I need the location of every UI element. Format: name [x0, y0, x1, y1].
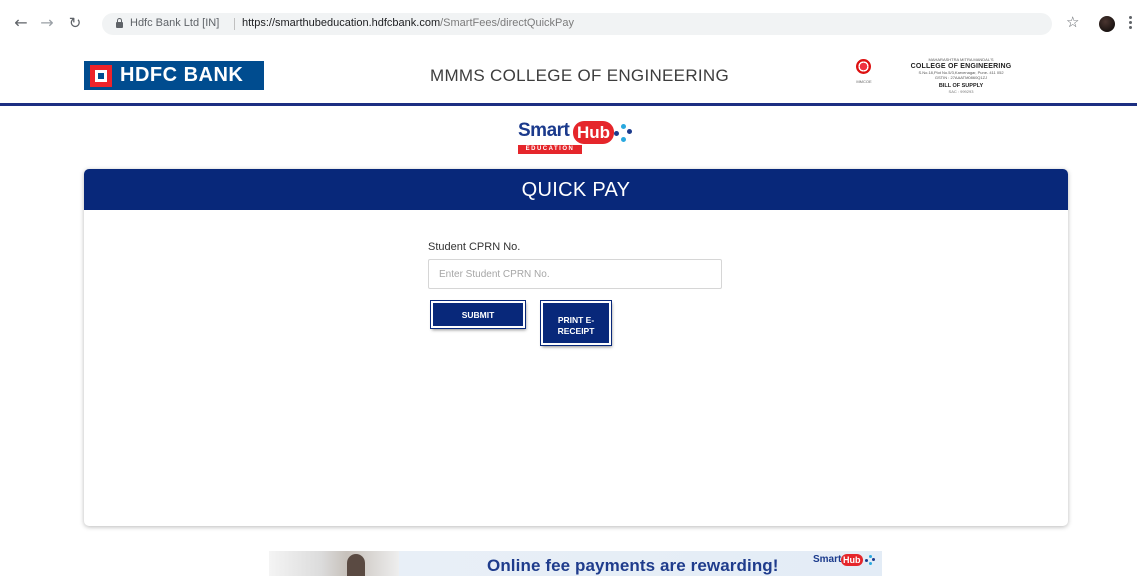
college-emblem-icon: MMCOE — [844, 59, 884, 99]
college-name: MMMS COLLEGE OF ENGINEERING — [430, 66, 730, 85]
url-path: /SmartFees/directQuickPay — [440, 17, 574, 29]
banner-smarthub-logo: Smart Hub — [813, 554, 877, 576]
banner-text: Online fee payments are rewarding! — [487, 556, 779, 575]
banner-logo-hub: Hub — [841, 554, 863, 566]
banner-photo — [269, 551, 399, 576]
print-e-receipt-label: PRINT E-RECEIPT — [557, 315, 595, 336]
banner-logo-smart: Smart — [813, 554, 842, 565]
url-text[interactable]: https://smarthubeducation.hdfcbank.com/S… — [242, 17, 574, 29]
college-address-block: MAHARASHTRA MITRA MANDAL'S COLLEGE OF EN… — [896, 57, 1026, 101]
browser-toolbar: ← → ↻ Hdfc Bank Ltd [IN] https://smarthu… — [0, 0, 1137, 52]
smarthub-smart-text: Smart — [518, 120, 570, 141]
cprn-input[interactable] — [428, 259, 722, 289]
url-base: https://smarthubeducation.hdfcbank.com — [242, 17, 441, 29]
lock-icon[interactable] — [116, 18, 123, 28]
college-gstin: GSTIN : 27AAATM0860Q1ZJ — [934, 75, 988, 80]
college-trust-name: MAHARASHTRA MITRA MANDAL'S — [928, 57, 994, 62]
emblem-seal-icon — [856, 59, 871, 74]
star-icon[interactable]: ☆ — [1066, 13, 1079, 31]
hdfc-logo-text: HDFC BANK — [120, 64, 244, 86]
quick-pay-title: QUICK PAY — [84, 169, 1068, 210]
kebab-menu-icon[interactable] — [1129, 16, 1132, 30]
hdfc-mark-icon — [90, 64, 112, 87]
back-icon[interactable]: ← — [12, 14, 30, 32]
college-title: COLLEGE OF ENGINEERING — [910, 63, 1012, 70]
forward-icon[interactable]: → — [38, 14, 56, 32]
person-icon — [347, 554, 365, 576]
site-header: HDFC BANK MMMS COLLEGE OF ENGINEERING MM… — [0, 52, 1137, 106]
address-bar[interactable]: Hdfc Bank Ltd [IN] https://smarthubeduca… — [102, 13, 1052, 35]
submit-button[interactable]: SUBMIT — [430, 300, 526, 329]
quick-pay-card: QUICK PAY Student CPRN No. SUBMIT PRINT … — [84, 169, 1068, 526]
banner-dots-icon — [865, 554, 875, 566]
emblem-caption: MMCOE — [856, 79, 872, 84]
reload-icon[interactable]: ↻ — [66, 14, 84, 32]
smarthub-hub-text: Hub — [573, 121, 615, 144]
site-identity[interactable]: Hdfc Bank Ltd [IN] — [130, 17, 219, 29]
cprn-label: Student CPRN No. — [428, 241, 521, 253]
smarthub-dots-icon — [614, 122, 634, 144]
profile-avatar[interactable] — [1099, 16, 1115, 32]
hdfc-bank-logo[interactable]: HDFC BANK — [84, 61, 264, 90]
address-separator — [234, 18, 235, 30]
smarthub-tagline: EDUCATION — [518, 145, 582, 154]
college-sac: SAC : 999293 — [948, 89, 974, 94]
smarthub-logo: Smart Hub EDUCATION — [518, 120, 638, 158]
promo-banner[interactable]: Online fee payments are rewarding! Smart… — [269, 551, 882, 576]
print-e-receipt-button[interactable]: PRINT E-RECEIPT — [540, 300, 612, 346]
